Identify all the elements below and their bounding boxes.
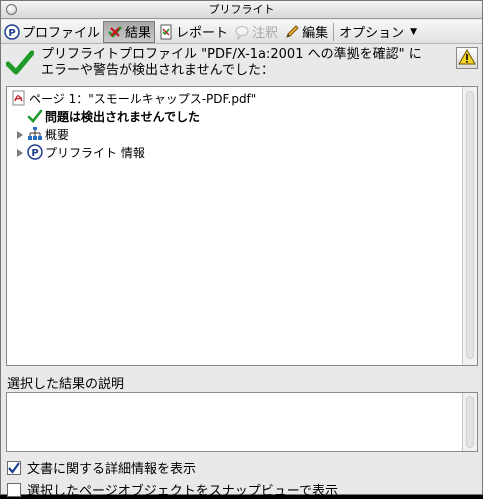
- profiles-button[interactable]: P プロファイル: [1, 21, 103, 43]
- show-details-checkbox[interactable]: [7, 460, 21, 475]
- tree-item-page[interactable]: ページ 1："スモールキャップス-PDF.pdf": [11, 90, 256, 106]
- options-menu[interactable]: オプション ▼: [336, 21, 420, 43]
- profiles-label: プロファイル: [22, 26, 101, 41]
- no-problems-label: 問題は検出されませんでした: [45, 109, 201, 124]
- toolbar-divider: [333, 22, 335, 41]
- disclosure-triangle-icon[interactable]: [15, 147, 25, 157]
- preflight-info-label: プリフライト 情報: [45, 145, 145, 160]
- summary-area: プリフライトプロファイル "PDF/X-1a:2001 への準拠を確認" に エ…: [1, 45, 482, 83]
- tree-item-no-problems[interactable]: 問題は検出されませんでした: [27, 108, 200, 124]
- overview-label: 概要: [45, 127, 70, 142]
- results-button[interactable]: 結果: [103, 20, 156, 43]
- tree-item-preflight-info[interactable]: P プリフライト 情報: [15, 144, 145, 160]
- warning-button[interactable]: [456, 47, 478, 69]
- check-icon: [27, 108, 43, 124]
- options-label: オプション: [339, 26, 405, 41]
- summary-line-1: プリフライトプロファイル "PDF/X-1a:2001 への準拠を確認" に: [41, 47, 422, 62]
- overview-hierarchy-icon: [27, 126, 43, 142]
- preflight-p-icon: P: [27, 144, 43, 160]
- page-label: ページ 1："スモールキャップス-PDF.pdf": [29, 91, 257, 106]
- description-box[interactable]: [6, 392, 478, 452]
- summary-message: プリフライトプロファイル "PDF/X-1a:2001 への準拠を確認" に エ…: [41, 47, 441, 79]
- show-details-label: 文書に関する詳細情報を表示: [27, 462, 197, 477]
- profile-p-icon: P: [4, 23, 20, 40]
- window-title: プリフライト: [208, 3, 275, 16]
- preflight-window: プリフライト P プロファイル 結果 レポート 注釈 編集 オプション ▼ プリ…: [0, 0, 483, 499]
- success-check-icon: [5, 49, 35, 80]
- pdf-file-icon: [11, 90, 27, 106]
- toolbar: P プロファイル 結果 レポート 注釈 編集 オプション ▼: [1, 20, 482, 44]
- summary-line-2: エラーや警告が検出されませんでした：: [41, 63, 274, 78]
- snap-view-label: 選択したページオブジェクトをスナップビューで表示: [27, 484, 338, 499]
- svg-text:P: P: [8, 28, 15, 39]
- results-scroll-thumb[interactable]: [466, 91, 474, 359]
- snap-view-option[interactable]: 選択したページオブジェクトをスナップビューで表示: [7, 480, 338, 499]
- edit-label: 編集: [302, 26, 329, 41]
- show-details-option[interactable]: 文書に関する詳細情報を表示: [7, 458, 196, 477]
- results-label: 結果: [125, 26, 152, 41]
- results-scrollbar[interactable]: [462, 87, 477, 365]
- comment-button[interactable]: 注釈: [231, 21, 281, 43]
- edit-button[interactable]: 編集: [281, 21, 331, 43]
- description-heading: 選択した結果の説明: [7, 377, 125, 392]
- disclosure-triangle-icon[interactable]: [15, 129, 25, 139]
- description-scroll-thumb[interactable]: [466, 396, 474, 448]
- snap-view-checkbox[interactable]: [7, 482, 21, 497]
- description-scrollbar[interactable]: [462, 393, 477, 451]
- dropdown-arrow-icon: ▼: [410, 26, 418, 37]
- pencil-icon: [284, 24, 300, 40]
- warning-icon: [458, 48, 476, 68]
- svg-text:P: P: [31, 148, 38, 159]
- title-bar: プリフライト: [1, 1, 482, 19]
- comment-label: 注釈: [252, 26, 279, 41]
- report-button[interactable]: レポート: [155, 21, 231, 43]
- report-icon: [158, 24, 174, 40]
- comment-icon: [234, 24, 250, 41]
- tree-item-overview[interactable]: 概要: [15, 126, 69, 142]
- report-label: レポート: [176, 26, 229, 41]
- results-tree[interactable]: ページ 1："スモールキャップス-PDF.pdf" 問題は検出されませんでした …: [6, 86, 478, 366]
- close-icon[interactable]: [6, 4, 17, 15]
- results-icon: [107, 24, 123, 40]
